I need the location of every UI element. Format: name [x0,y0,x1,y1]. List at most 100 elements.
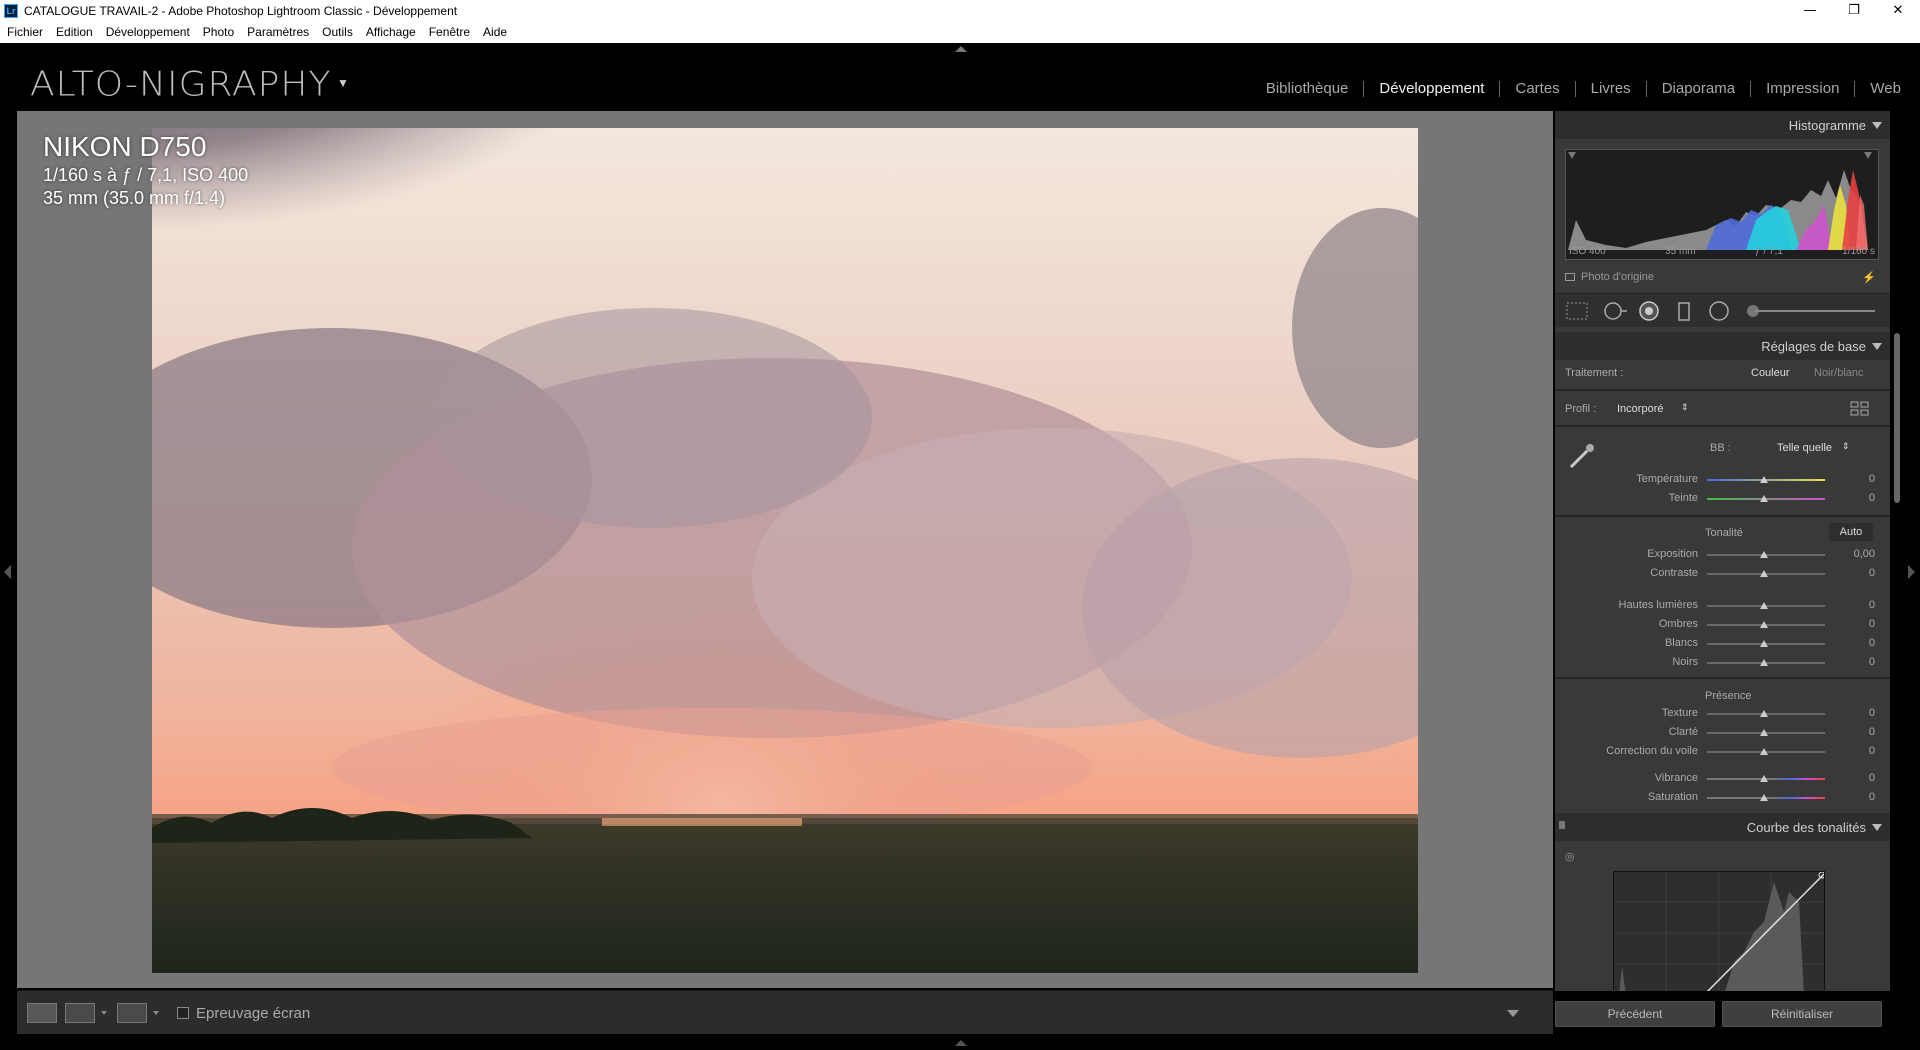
auto-tone-button[interactable]: Auto [1829,523,1873,541]
slider-value[interactable]: 0 [1835,473,1875,485]
tone-curve-header[interactable]: Courbe des tonalités [1555,813,1890,841]
module-web[interactable]: Web [1855,80,1916,97]
slider-knob[interactable] [1760,476,1768,483]
toolbar-options-dropdown-icon[interactable] [1507,1010,1519,1017]
module-impression[interactable]: Impression [1751,80,1854,97]
dehaze-slider[interactable]: Correction du voile 0 [1555,744,1890,760]
minimize-icon[interactable]: — [1788,0,1832,21]
right-panel-expand-icon[interactable] [1908,565,1915,579]
treatment-bw-button[interactable]: Noir/blanc [1814,367,1864,379]
blacks-slider[interactable]: Noirs 0 [1555,655,1890,671]
module-bibliotheque[interactable]: Bibliothèque [1251,80,1364,97]
texture-slider[interactable]: Texture 0 [1555,706,1890,722]
slider-value[interactable]: 0 [1835,707,1875,719]
slider-knob[interactable] [1760,659,1768,666]
profile-browser-icon[interactable] [1850,401,1870,417]
module-developpement[interactable]: Développement [1364,80,1499,97]
menu-fichier[interactable]: Fichier [0,25,49,39]
slider-value[interactable]: 0,00 [1835,548,1875,560]
lens-info: 35 mm (35.0 mm f/1.4) [43,188,226,208]
exposure-slider[interactable]: Exposition 0,00 [1555,547,1890,563]
slider-knob[interactable] [1760,621,1768,628]
whites-slider[interactable]: Blancs 0 [1555,636,1890,652]
histogram-title: Histogramme [1788,118,1866,133]
tone-curve-graph[interactable] [1613,871,1826,991]
swap-settings-button[interactable] [117,1003,147,1023]
wb-select-arrows-icon[interactable]: ⇕ [1842,441,1850,452]
slider-value[interactable]: 0 [1835,745,1875,757]
slider-knob[interactable] [1760,551,1768,558]
tint-slider[interactable]: Teinte 0 [1555,491,1890,507]
right-panel-scrollbar[interactable] [1894,333,1900,503]
wb-select[interactable]: Telle quelle [1777,442,1832,454]
targeted-adjustment-icon[interactable]: ◎ [1565,850,1575,863]
menu-edition[interactable]: Edition [49,25,99,39]
histogram[interactable] [1565,149,1879,260]
slider-value[interactable]: 0 [1835,726,1875,738]
slider-value[interactable]: 0 [1835,618,1875,630]
panel-switch-icon[interactable] [1559,821,1565,829]
slider-knob[interactable] [1760,570,1768,577]
photo-canvas[interactable]: NIKON D750 1/160 s à ƒ / 7,1, ISO 400 35… [17,111,1553,988]
before-after-button[interactable] [65,1003,95,1023]
before-after-dropdown-icon[interactable] [101,1011,107,1015]
menu-aide[interactable]: Aide [476,25,513,39]
module-livres[interactable]: Livres [1576,80,1646,97]
slider-knob[interactable] [1760,748,1768,755]
slider-knob[interactable] [1760,729,1768,736]
slider-value[interactable]: 0 [1835,791,1875,803]
slider-knob[interactable] [1760,495,1768,502]
slider-knob[interactable] [1760,710,1768,717]
identity-plate[interactable]: ALTO-NIGRAPHY [30,65,331,104]
menu-fenetre[interactable]: Fenêtre [422,25,476,39]
loupe-view-button[interactable] [27,1003,57,1023]
slider-value[interactable]: 0 [1835,772,1875,784]
develop-nav-buttons: Précédent Réinitialiser [1555,998,1890,1032]
menu-developpement[interactable]: Développement [99,25,196,39]
left-panel-expand-icon[interactable] [4,565,11,579]
histogram-header[interactable]: Histogramme [1555,111,1890,139]
profile-select[interactable]: Incorporé [1617,403,1663,415]
slider-value[interactable]: 0 [1835,656,1875,668]
menu-parametres[interactable]: Paramètres [240,25,315,39]
bottom-panel-collapse-icon[interactable] [955,1040,967,1046]
slider-knob[interactable] [1760,775,1768,782]
reset-button[interactable]: Réinitialiser [1722,1001,1882,1027]
slider-knob[interactable] [1760,602,1768,609]
clarity-slider[interactable]: Clarté 0 [1555,725,1890,741]
contrast-slider[interactable]: Contraste 0 [1555,566,1890,582]
menu-outils[interactable]: Outils [315,25,359,39]
collapse-triangle-icon[interactable] [1872,824,1882,831]
swap-dropdown-icon[interactable] [153,1011,159,1015]
module-cartes[interactable]: Cartes [1500,80,1574,97]
identity-menu-arrow-icon[interactable]: ▼ [337,76,349,90]
highlights-slider[interactable]: Hautes lumières 0 [1555,598,1890,614]
previous-button[interactable]: Précédent [1555,1001,1715,1027]
photo-preview[interactable] [152,128,1418,973]
slider-value[interactable]: 0 [1835,637,1875,649]
basic-header[interactable]: Réglages de base [1555,332,1890,360]
white-balance-eyedropper-icon[interactable] [1567,441,1597,471]
collapse-triangle-icon[interactable] [1872,122,1882,129]
temperature-slider[interactable]: Température 0 [1555,472,1890,488]
slider-knob[interactable] [1760,794,1768,801]
menu-affichage[interactable]: Affichage [359,25,422,39]
module-diaporama[interactable]: Diaporama [1647,80,1750,97]
slider-value[interactable]: 0 [1835,567,1875,579]
menu-photo[interactable]: Photo [196,25,240,39]
close-icon[interactable]: ✕ [1876,0,1920,21]
slider-value[interactable]: 0 [1835,599,1875,611]
original-photo-toggle[interactable]: Photo d'origine [1565,271,1654,283]
restore-icon[interactable]: ❐ [1832,0,1876,21]
soft-proof-checkbox[interactable] [177,1007,189,1019]
collapse-triangle-icon[interactable] [1872,343,1882,350]
top-panel-collapse-icon[interactable] [955,46,967,52]
vibrance-slider[interactable]: Vibrance 0 [1555,771,1890,787]
shadows-slider[interactable]: Ombres 0 [1555,617,1890,633]
slider-knob[interactable] [1760,640,1768,647]
slider-value[interactable]: 0 [1835,492,1875,504]
lightning-icon[interactable]: ⚡ [1862,271,1876,284]
saturation-slider[interactable]: Saturation 0 [1555,790,1890,806]
profile-select-arrows-icon[interactable]: ⇕ [1681,402,1689,413]
treatment-color-button[interactable]: Couleur [1751,367,1790,379]
